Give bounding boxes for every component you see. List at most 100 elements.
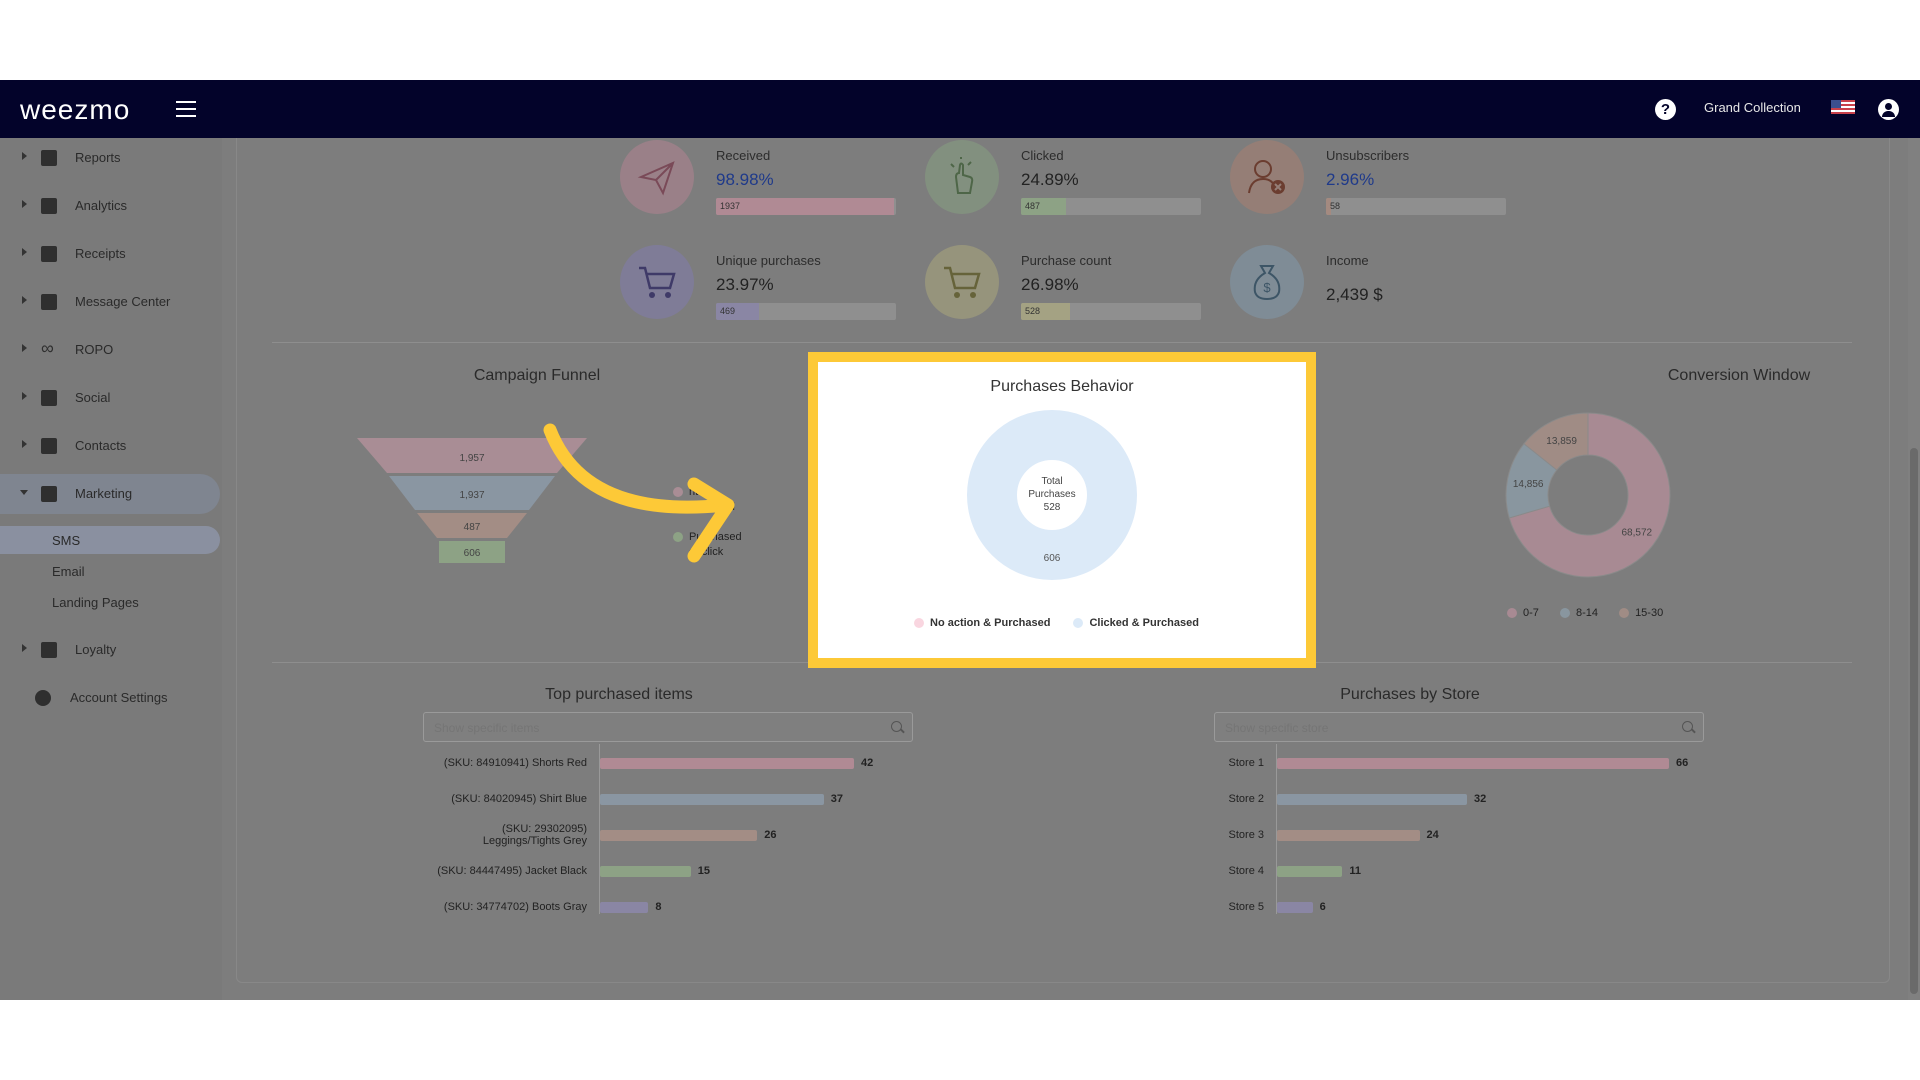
stat-label: Income	[1326, 253, 1369, 268]
slice-value-label: 13,859	[1546, 436, 1577, 447]
purchases-behavior-card: Purchases Behavior Total Purchases 528 6…	[808, 352, 1316, 668]
sidebar-subitem-label: SMS	[52, 533, 81, 548]
scrollbar-thumb[interactable]	[1910, 448, 1918, 994]
funnel-value: 1,957	[459, 453, 484, 464]
legend-item: Purchased	[673, 530, 742, 545]
svg-text:$: $	[1263, 280, 1271, 295]
infinity-icon: ∞	[41, 338, 54, 358]
user-account-icon[interactable]	[1878, 99, 1899, 120]
bar-row[interactable]: Store 2 32	[237, 784, 1837, 814]
purchases-behavior-donut: Total Purchases 528 606	[967, 410, 1137, 580]
sidebar-item-contacts[interactable]: Contacts	[0, 426, 222, 466]
search-icon[interactable]	[891, 721, 902, 732]
store-search-field[interactable]	[1214, 712, 1704, 742]
legend-swatch	[673, 502, 683, 513]
legend-swatch	[914, 618, 924, 629]
funnel-value: 1,937	[459, 490, 484, 501]
conversion-window-legend: 0-7 8-14 15-30	[1507, 607, 1663, 619]
items-search-field[interactable]	[423, 712, 913, 742]
bar-row[interactable]: Store 3 24	[237, 820, 1837, 850]
campaign-funnel-chart: 1,957 1,937 487 606	[357, 438, 587, 563]
store-title: Purchases by Store	[1340, 686, 1480, 703]
stat-icon-circle	[1230, 140, 1304, 214]
sidebar-item-marketing[interactable]: Marketing	[0, 474, 220, 514]
legend-label: 8-14	[1575, 607, 1598, 619]
sidebar-item-loyalty[interactable]: Loyalty	[0, 630, 222, 670]
bar[interactable]	[1277, 758, 1669, 769]
sidebar-subitem-label: Email	[52, 564, 85, 579]
hamburger-menu-icon[interactable]	[176, 101, 196, 117]
stat-icon-circle	[925, 245, 999, 319]
caret-right-icon	[22, 392, 27, 400]
store-search-input[interactable]	[1225, 719, 1665, 737]
search-icon[interactable]	[1682, 721, 1693, 732]
stat-icon-circle	[620, 245, 694, 319]
sidebar-subitem-landing-pages[interactable]: Landing Pages	[0, 588, 220, 616]
cart-icon	[944, 266, 981, 298]
stat-icon-circle: $	[1230, 245, 1304, 319]
scrollbar-track[interactable]	[1908, 138, 1920, 1000]
sidebar-item-account-settings[interactable]: Account Settings	[0, 678, 222, 718]
bar[interactable]	[1277, 902, 1313, 913]
bar-value: 66	[1676, 757, 1689, 769]
message-icon	[41, 294, 57, 310]
bar[interactable]	[1277, 866, 1343, 877]
bar-value: 24	[1426, 829, 1439, 841]
legend-item[interactable]: No action & Purchased	[914, 617, 1050, 629]
legend-label: Received	[689, 501, 735, 513]
stat-icon-circle	[925, 140, 999, 214]
center-label-line1: Total	[1041, 476, 1062, 487]
weezmo-logo[interactable]: weezmo	[20, 94, 130, 126]
sidebar-item-label: Analytics	[75, 198, 128, 213]
us-flag-icon[interactable]	[1831, 100, 1855, 114]
slice-value-label: 606	[1044, 553, 1061, 564]
sidebar-item-label: Account Settings	[70, 690, 168, 705]
dashboard-icon	[41, 150, 57, 166]
bar-row[interactable]: Store 5 6	[237, 892, 1837, 922]
legend-label: er click	[689, 546, 724, 558]
help-icon[interactable]: ?	[1655, 99, 1676, 120]
funnel-value: 606	[464, 548, 481, 559]
bar-value: 6	[1319, 901, 1326, 913]
sidebar-item-social[interactable]: Social	[0, 378, 222, 418]
sidebar: Reports Analytics Receipts Message Cente…	[0, 138, 222, 1000]
legend-item: 0-7	[1507, 607, 1539, 619]
bar[interactable]	[1277, 830, 1420, 841]
money-bag-icon: $	[1253, 265, 1281, 301]
slice-value-label: 68,572	[1622, 528, 1653, 539]
legend-label: Purchased	[689, 531, 742, 543]
contacts-icon	[41, 438, 57, 454]
sidebar-item-label: Message Center	[75, 294, 171, 309]
campaign-funnel-title: Campaign Funnel	[473, 367, 601, 384]
bar-row[interactable]: Store 4 11	[237, 856, 1837, 886]
legend-swatch	[1073, 618, 1084, 629]
items-search-input[interactable]	[434, 719, 874, 737]
caret-down-icon	[20, 490, 28, 495]
stat-value: 2,439 $	[1326, 285, 1383, 304]
caret-right-icon	[22, 200, 27, 208]
bar[interactable]	[1277, 794, 1468, 805]
bar-row[interactable]: Store 1 66	[237, 748, 1837, 778]
stat-progress-bar: 469	[716, 303, 896, 320]
stat-value: 23.97%	[716, 275, 774, 294]
sidebar-subitem-sms[interactable]: SMS	[0, 526, 220, 554]
center-total-value: 528	[1044, 502, 1061, 513]
legend-item[interactable]: Clicked & Purchased	[1073, 617, 1199, 629]
sidebar-item-receipts[interactable]: Receipts	[0, 234, 222, 274]
megaphone-icon	[41, 486, 57, 502]
conversion-window-donut: 68,572 14,856 13,859	[1505, 412, 1671, 578]
account-name[interactable]: Grand Collection	[1704, 100, 1801, 115]
stat-label: Purchase count	[1021, 253, 1112, 268]
sidebar-item-ropo[interactable]: ∞ ROPO	[0, 330, 222, 370]
legend-label: 15-30	[1635, 607, 1664, 619]
bar-label: Store 2	[1228, 793, 1264, 805]
sidebar-item-label: ROPO	[75, 342, 114, 357]
sidebar-subitem-email[interactable]: Email	[0, 557, 220, 585]
stat-count: 469	[720, 306, 736, 316]
stat-label: Unique purchases	[716, 253, 821, 268]
caret-right-icon	[22, 440, 27, 448]
stat-clicked: Clicked 24.89% 487	[925, 140, 1225, 230]
sidebar-item-message-center[interactable]: Message Center	[0, 282, 222, 322]
sidebar-item-analytics[interactable]: Analytics	[0, 186, 222, 226]
sidebar-item-reports[interactable]: Reports	[0, 138, 222, 178]
